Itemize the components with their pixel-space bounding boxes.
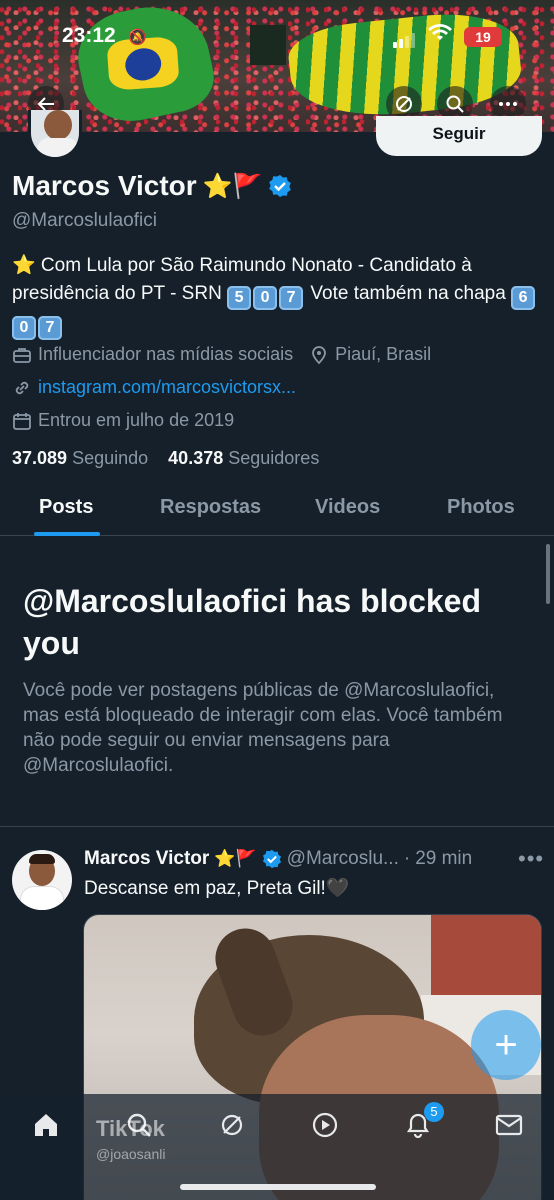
nav-video[interactable] (310, 1110, 340, 1140)
following-link[interactable]: 37.089 Seguindo (12, 448, 148, 468)
link-icon (15, 381, 29, 394)
post-timestamp: 29 min (415, 848, 473, 869)
home-icon (35, 1114, 57, 1136)
blocked-description: Você pode ver postagens públicas de @Mar… (23, 680, 503, 776)
bio-number-507: 507 (227, 283, 305, 310)
tiktok-watermark: TikTok (96, 1116, 165, 1141)
nav-messages[interactable] (494, 1110, 524, 1140)
post-author-emoji: ⭐🚩 (214, 849, 257, 868)
follow-counts: 37.089 Seguindo 40.378 Seguidores (12, 448, 319, 469)
home-indicator[interactable] (180, 1184, 376, 1190)
nav-grok[interactable] (217, 1110, 247, 1140)
tab-respostas[interactable]: Respostas (160, 496, 261, 519)
profile-tabs: Posts Respostas Videos Photos (0, 486, 554, 536)
post-header: Marcos Victor ⭐🚩 @Marcoslu... · 29 min (84, 848, 472, 870)
profile-avatar[interactable] (28, 110, 82, 160)
bio-text-middle: Vote também na chapa (310, 283, 506, 304)
profile-name-emoji: ⭐🚩 (202, 172, 263, 200)
tab-videos[interactable]: Videos (315, 496, 380, 519)
more-horizontal-icon (499, 102, 517, 106)
profile-location: Piauí, Brasil (335, 344, 432, 364)
profile-meta-row: Influenciador nas mídias sociais Piauí, … (12, 344, 431, 365)
status-time: 23:12 (62, 24, 116, 47)
tab-posts[interactable]: Posts (39, 496, 93, 519)
cellular-signal-icon (393, 30, 417, 48)
nav-home[interactable] (31, 1110, 61, 1140)
follow-button[interactable]: Seguir (376, 116, 542, 156)
wifi-icon (428, 24, 452, 48)
followers-link[interactable]: 40.378 Seguidores (168, 448, 319, 468)
profile-website-link[interactable]: instagram.com/marcosvictorsx... (38, 377, 296, 398)
verified-badge-icon[interactable] (268, 174, 292, 198)
grok-icon (396, 96, 412, 112)
tiktok-watermark-user: @joaosanli (96, 1146, 166, 1162)
location-pin-icon (312, 345, 327, 364)
post-separator: · (403, 848, 411, 869)
profile-website-row: instagram.com/marcosvictorsx... (12, 377, 296, 398)
profile-bio: ⭐ Com Lula por São Raimundo Nonato - Can… (12, 252, 542, 340)
profile-joined-row: Entrou em julho de 2019 (12, 410, 234, 431)
profile-joined-date: Entrou em julho de 2019 (38, 410, 235, 430)
post-author-handle: @Marcoslu... (286, 848, 399, 869)
verified-badge-icon (262, 849, 281, 869)
tab-photos[interactable]: Photos (447, 496, 515, 519)
profile-name-row: Marcos Victor ⭐🚩 (12, 170, 292, 202)
compose-button[interactable]: + (471, 1010, 541, 1080)
plus-icon: + (494, 1022, 518, 1067)
profile-handle: @Marcoslulaofici (12, 210, 157, 231)
play-circle-icon (312, 1112, 338, 1138)
notifications-badge: 5 (424, 1102, 444, 1122)
calendar-icon (13, 412, 31, 430)
profile-name: Marcos Victor (12, 170, 197, 201)
grok-icon (221, 1114, 243, 1136)
bell-muted-icon: 🔕 (128, 29, 147, 46)
divider (0, 826, 554, 827)
briefcase-icon (13, 347, 31, 363)
post-author-name[interactable]: Marcos Victor (84, 848, 209, 870)
search-icon (446, 95, 464, 113)
post-text: Descanse em paz, Preta Gil!🖤 (84, 878, 350, 899)
blocked-title: @Marcoslulaofici has blocked you (23, 583, 481, 661)
active-tab-indicator (34, 532, 100, 536)
post-more-button[interactable]: ••• (518, 846, 544, 872)
mail-icon (495, 1114, 523, 1136)
status-bar: 23:12 🔕 19 (0, 22, 554, 52)
battery-indicator: 19 (464, 27, 502, 47)
profile-category: Influenciador nas mídias sociais (38, 344, 294, 364)
post-avatar[interactable] (12, 850, 72, 910)
scrollbar[interactable] (546, 544, 550, 604)
